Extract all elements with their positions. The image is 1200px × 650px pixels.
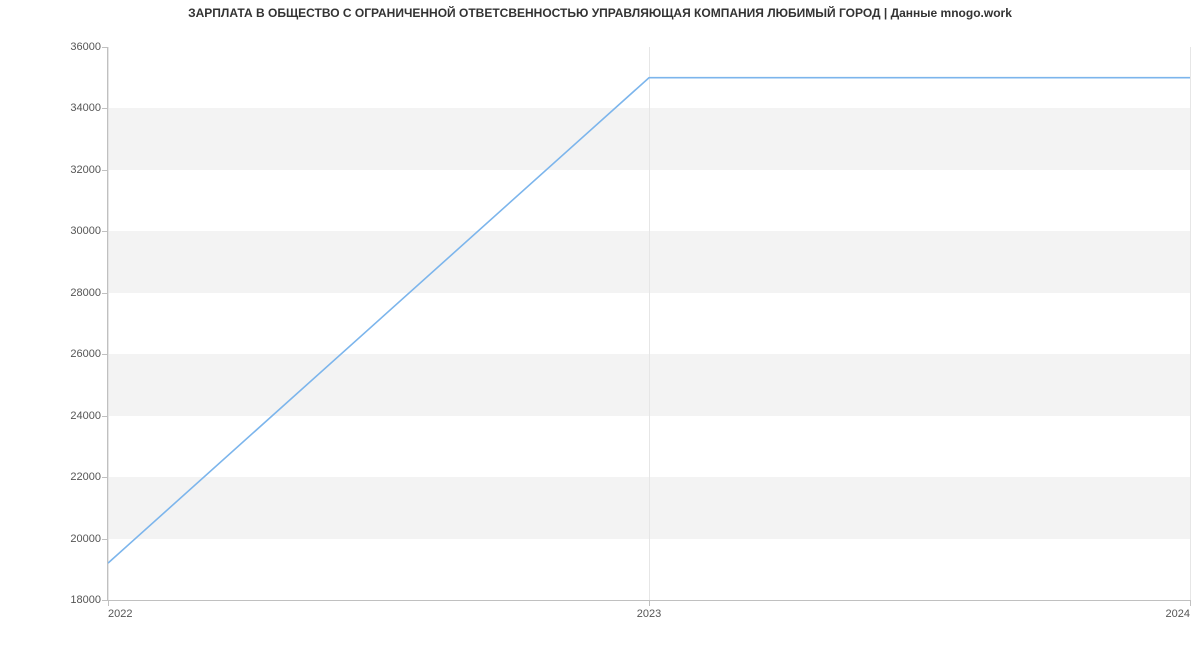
y-tick-label: 36000 [21,41,101,53]
y-tick [102,170,108,171]
plot-area [108,47,1190,600]
chart-title: ЗАРПЛАТА В ОБЩЕСТВО С ОГРАНИЧЕННОЙ ОТВЕТ… [0,6,1200,20]
y-tick-label: 18000 [21,594,101,606]
y-tick [102,47,108,48]
x-tick [649,600,650,606]
vertical-gridline [649,47,650,600]
y-tick-label: 34000 [21,102,101,114]
x-tick-label: 2024 [1130,608,1190,620]
y-tick-label: 24000 [21,410,101,422]
y-tick-label: 22000 [21,471,101,483]
y-tick [102,108,108,109]
y-tick-label: 32000 [21,164,101,176]
y-tick-label: 30000 [21,225,101,237]
y-axis-line [107,47,108,600]
y-tick-label: 20000 [21,533,101,545]
x-tick [1190,600,1191,606]
x-tick-label: 2022 [108,608,168,620]
y-tick [102,477,108,478]
y-tick [102,354,108,355]
y-tick [102,231,108,232]
y-tick [102,539,108,540]
x-tick [108,600,109,606]
x-tick-label: 2023 [619,608,679,620]
vertical-gridline [108,47,109,600]
chart-container: ЗАРПЛАТА В ОБЩЕСТВО С ОГРАНИЧЕННОЙ ОТВЕТ… [0,0,1200,650]
y-tick-label: 28000 [21,287,101,299]
vertical-gridline [1190,47,1191,600]
y-tick [102,293,108,294]
y-tick [102,416,108,417]
y-tick-label: 26000 [21,348,101,360]
